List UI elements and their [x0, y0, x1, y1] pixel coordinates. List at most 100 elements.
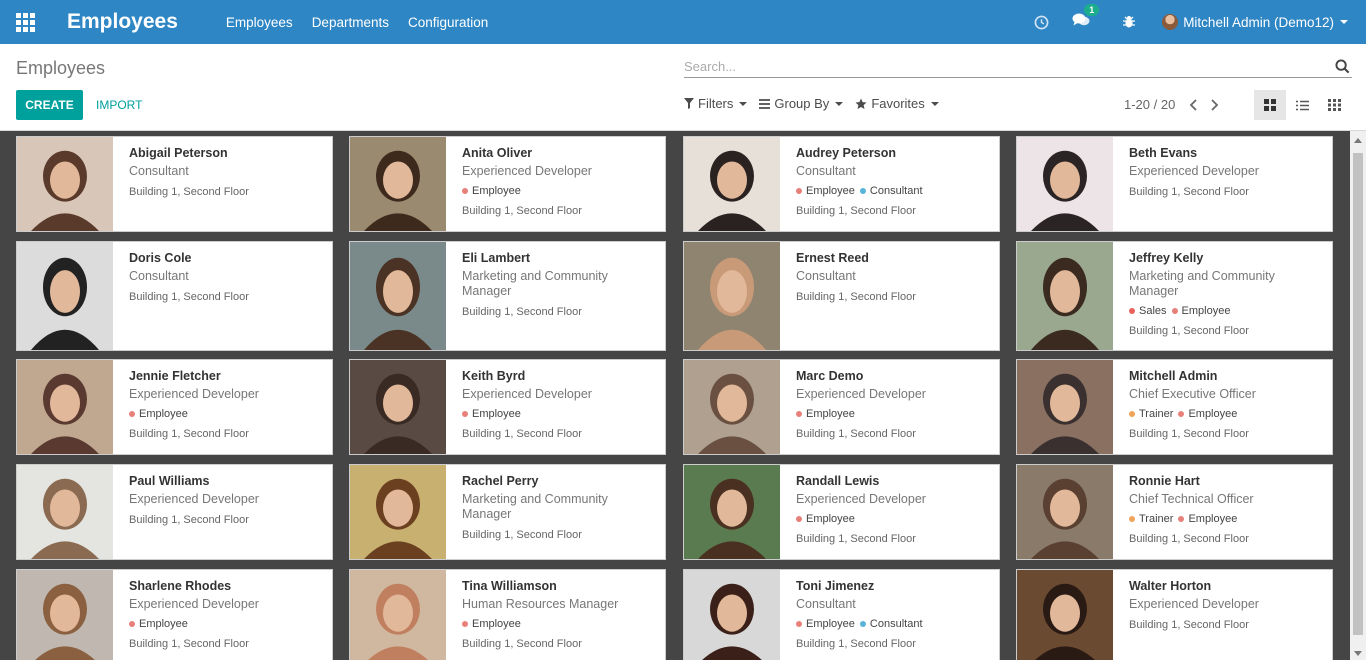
employee-tags: Trainer Employee [1129, 407, 1326, 421]
employee-tags: Employee [462, 407, 659, 421]
app-title[interactable]: Employees [67, 10, 178, 34]
chevron-right-icon [1211, 98, 1219, 111]
employee-name[interactable]: Abigail Peterson [129, 146, 326, 160]
employee-card[interactable]: Tina Williamson Human Resources Manager Em… [349, 569, 666, 660]
employee-name[interactable]: Mitchell Admin [1129, 369, 1326, 383]
employee-name[interactable]: Rachel Perry [462, 474, 659, 488]
filters-label: Filters [698, 96, 734, 111]
tag-label: Trainer [1139, 513, 1174, 525]
employee-tag: Consultant [859, 617, 923, 631]
scrollbar-thumb[interactable] [1353, 153, 1363, 635]
favorites-dropdown[interactable]: Favorites [855, 96, 939, 111]
employee-job-title: Consultant [129, 269, 189, 283]
employee-info: Walter Horton Experienced Developer Buildi… [1129, 579, 1326, 632]
systray: 1 Mitchell Admin (Demo12) [1022, 0, 1366, 44]
employee-photo [350, 360, 446, 454]
employee-name[interactable]: Ronnie Hart [1129, 474, 1326, 488]
group-by-dropdown[interactable]: Group By [759, 96, 844, 111]
employee-name[interactable]: Eli Lambert [462, 251, 659, 265]
filters-dropdown[interactable]: Filters [684, 96, 748, 111]
tag-label: Employee [806, 513, 855, 525]
employee-card[interactable]: Keith Byrd Experienced Developer Employee B… [349, 359, 666, 455]
menu-item-departments[interactable]: Departments [312, 15, 389, 30]
employee-name[interactable]: Tina Williamson [462, 579, 659, 593]
employee-name[interactable]: Walter Horton [1129, 579, 1326, 593]
employee-job-title: Human Resources Manager [462, 597, 619, 611]
employee-work-location: Building 1, Second Floor [796, 205, 916, 217]
kanban-grid-icon [1264, 99, 1276, 111]
employee-name[interactable]: Jennie Fletcher [129, 369, 326, 383]
employee-card[interactable]: Ronnie Hart Chief Technical Officer Traine… [1016, 464, 1333, 560]
employee-card[interactable]: Toni Jimenez Consultant Employee Consultant… [683, 569, 1000, 660]
tag-color-dot [462, 621, 468, 627]
messaging-menu[interactable]: 1 [1072, 3, 1100, 33]
tag-label: Employee [472, 408, 521, 420]
scrollbar[interactable] [1350, 131, 1366, 660]
scroll-down-arrow-icon[interactable] [1354, 651, 1362, 656]
employee-card[interactable]: Doris Cole Consultant Building 1, Second F… [16, 241, 333, 351]
employee-name[interactable]: Doris Cole [129, 251, 326, 265]
employee-tag: Employee [1178, 407, 1237, 421]
employee-name[interactable]: Sharlene Rhodes [129, 579, 326, 593]
employee-name[interactable]: Anita Oliver [462, 146, 659, 160]
employee-card[interactable]: Eli Lambert Marketing and Community Manag… [349, 241, 666, 351]
employee-job-title: Experienced Developer [1129, 164, 1259, 178]
kanban-view-button[interactable] [1254, 90, 1286, 120]
employee-name[interactable]: Jeffrey Kelly [1129, 251, 1326, 265]
employee-card[interactable]: Walter Horton Experienced Developer Buildi… [1016, 569, 1333, 660]
employee-name[interactable]: Keith Byrd [462, 369, 659, 383]
employee-name[interactable]: Randall Lewis [796, 474, 993, 488]
search-input[interactable] [684, 56, 1324, 76]
pager-value[interactable]: 1-20 / 20 [1124, 97, 1175, 112]
employee-work-location: Building 1, Second Floor [129, 428, 249, 440]
employee-name[interactable]: Ernest Reed [796, 251, 993, 265]
employee-card[interactable]: Randall Lewis Experienced Developer Employ… [683, 464, 1000, 560]
employee-photo [684, 465, 780, 559]
activity-clock-icon[interactable] [1032, 13, 1050, 31]
employee-name[interactable]: Beth Evans [1129, 146, 1326, 160]
tag-color-dot [129, 621, 135, 627]
import-button[interactable]: IMPORT [96, 90, 142, 120]
employee-photo [684, 242, 780, 350]
activity-view-button[interactable] [1318, 90, 1350, 120]
employee-card[interactable]: Beth Evans Experienced Developer Building … [1016, 136, 1333, 232]
scroll-up-arrow-icon[interactable] [1354, 138, 1362, 143]
employee-tag: Employee [462, 407, 521, 421]
employee-work-location: Building 1, Second Floor [1129, 186, 1249, 198]
user-menu[interactable]: Mitchell Admin (Demo12) [1162, 14, 1348, 30]
employee-info: Toni Jimenez Consultant Employee Consultant… [796, 579, 993, 651]
employee-card[interactable]: Ernest Reed Consultant Building 1, Second … [683, 241, 1000, 351]
employee-card[interactable]: Marc Demo Experienced Developer Employee Bu… [683, 359, 1000, 455]
employee-work-location: Building 1, Second Floor [462, 529, 582, 541]
apps-menu-button[interactable] [0, 0, 50, 44]
menu-item-employees[interactable]: Employees [226, 15, 293, 30]
employee-name[interactable]: Toni Jimenez [796, 579, 993, 593]
employee-info: Mitchell Admin Chief Executive Officer Tra… [1129, 369, 1326, 441]
pager-next-button[interactable] [1211, 98, 1219, 111]
employee-card[interactable]: Mitchell Admin Chief Executive Officer Tra… [1016, 359, 1333, 455]
employee-name[interactable]: Marc Demo [796, 369, 993, 383]
employee-card[interactable]: Abigail Peterson Consultant Building 1, Se… [16, 136, 333, 232]
create-button[interactable]: CREATE [16, 90, 83, 120]
employee-card[interactable]: Rachel Perry Marketing and Community Mana… [349, 464, 666, 560]
employee-card[interactable]: Jennie Fletcher Experienced Developer Empl… [16, 359, 333, 455]
bug-icon[interactable] [1120, 13, 1138, 31]
employee-info: Tina Williamson Human Resources Manager Em… [462, 579, 659, 651]
pager-previous-button[interactable] [1189, 98, 1197, 111]
main-menu: Employees Departments Configuration [226, 15, 507, 30]
employee-photo [684, 570, 780, 660]
employee-card[interactable]: Audrey Peterson Consultant Employee Consult… [683, 136, 1000, 232]
employee-name[interactable]: Paul Williams [129, 474, 326, 488]
employee-photo [350, 242, 446, 350]
menu-item-configuration[interactable]: Configuration [408, 15, 488, 30]
search-icon[interactable] [1335, 59, 1350, 79]
employee-card[interactable]: Anita Oliver Experienced Developer Employe… [349, 136, 666, 232]
employee-card[interactable]: Sharlene Rhodes Experienced Developer Empl… [16, 569, 333, 660]
list-view-button[interactable] [1286, 90, 1318, 120]
employee-card[interactable]: Jeffrey Kelly Marketing and Community Man… [1016, 241, 1333, 351]
employee-photo [1017, 465, 1113, 559]
employee-info: Anita Oliver Experienced Developer Employe… [462, 146, 659, 218]
employee-name[interactable]: Audrey Peterson [796, 146, 993, 160]
tag-color-dot [462, 188, 468, 194]
employee-card[interactable]: Paul Williams Experienced Developer Buildi… [16, 464, 333, 560]
